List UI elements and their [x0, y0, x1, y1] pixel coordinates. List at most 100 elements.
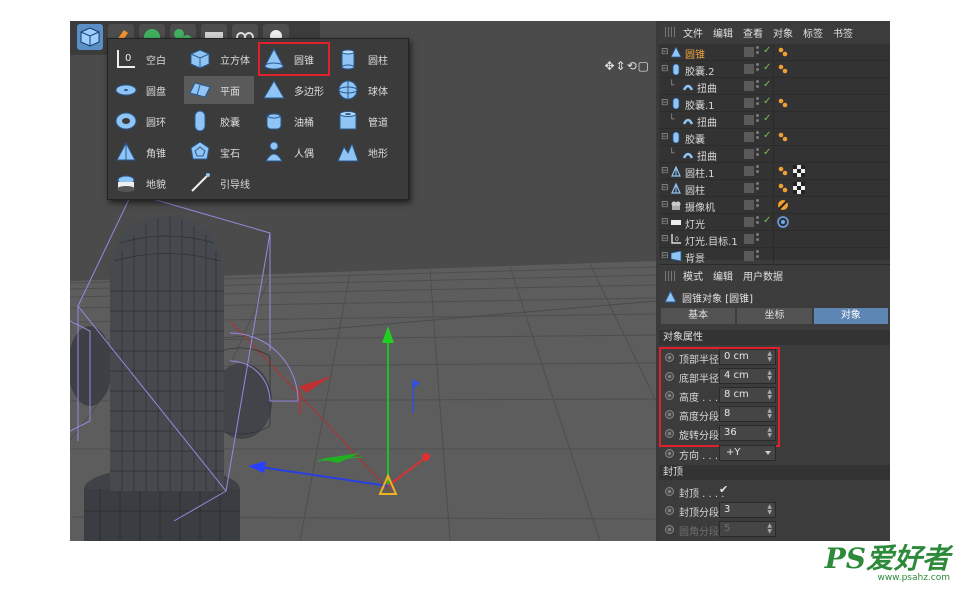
tab-basic[interactable]: 基本	[661, 308, 736, 324]
object-row[interactable]: └ 扭曲 ✓	[659, 78, 890, 95]
visibility-dots[interactable]	[756, 250, 760, 263]
grip-icon[interactable]	[665, 27, 675, 37]
viewport-nav-icons[interactable]: ✥⇕⟲▢	[604, 59, 650, 73]
layer-flag[interactable]	[744, 234, 754, 244]
tree-line[interactable]: ⊟	[661, 234, 669, 244]
tree-line[interactable]: ⊟	[661, 200, 669, 210]
caps-checkbox[interactable]: ✔	[719, 483, 728, 496]
layer-flag[interactable]	[744, 149, 754, 159]
palette-disc[interactable]: 圆盘	[110, 76, 180, 104]
object-row[interactable]: ⊟ 0 灯光.目标.1	[659, 231, 890, 248]
layer-flag[interactable]	[744, 47, 754, 57]
object-name[interactable]: 胶囊	[685, 131, 705, 146]
palette-plane[interactable]: 平面	[184, 76, 254, 104]
spinner-icon[interactable]: ▲ ▼	[767, 504, 772, 516]
object-name[interactable]: 圆柱.1	[685, 165, 715, 180]
layer-flag[interactable]	[744, 64, 754, 74]
object-list[interactable]: ⊟ 圆锥 ✓ ⊟ 胶囊.2 ✓ └ 扭曲 ✓ ⊟ 胶囊.1 ✓ └ 扭曲 ✓ ⊟ 胶囊 ✓ └ 扭曲 ✓ ⊟ 圆柱.1 ⊟ 圆柱…	[659, 44, 890, 265]
object-name[interactable]: 背景	[685, 250, 705, 265]
phong-tag-icon[interactable]	[777, 131, 789, 143]
object-row[interactable]: ⊟ 胶囊 ✓	[659, 129, 890, 146]
object-name[interactable]: 圆锥	[685, 46, 705, 61]
tree-line[interactable]: ⊟	[661, 166, 669, 176]
tree-line[interactable]: ⊟	[661, 98, 669, 108]
palette-figure[interactable]: 人偶	[258, 138, 328, 166]
tab-coord[interactable]: 坐标	[737, 308, 812, 324]
palette-terrain[interactable]: 地形	[332, 138, 402, 166]
phong-tag-icon[interactable]	[777, 165, 789, 177]
visibility-dots[interactable]	[756, 199, 760, 212]
object-name[interactable]: 灯光	[685, 216, 705, 231]
object-row[interactable]: ⊟ 胶囊.1 ✓	[659, 95, 890, 112]
layer-flag[interactable]	[744, 166, 754, 176]
enabled-check-icon[interactable]: ✓	[763, 215, 771, 226]
menu-user-data[interactable]: 用户数据	[743, 268, 783, 283]
layer-flag[interactable]	[744, 115, 754, 125]
object-name[interactable]: 灯光.目标.1	[685, 233, 738, 248]
enabled-check-icon[interactable]: ✓	[763, 62, 771, 73]
object-name[interactable]: 胶囊.1	[685, 97, 715, 112]
menu-bookmarks[interactable]: 书签	[833, 25, 853, 40]
palette-cylinder[interactable]: 圆柱	[332, 45, 402, 73]
object-name[interactable]: 扭曲	[697, 148, 717, 163]
tree-line[interactable]: ⊟	[661, 183, 669, 193]
visibility-dots[interactable]	[756, 131, 760, 144]
tree-line[interactable]: ⊟	[661, 251, 669, 261]
visibility-dots[interactable]	[756, 46, 760, 59]
layer-flag[interactable]	[744, 98, 754, 108]
layer-flag[interactable]	[744, 132, 754, 142]
cube-object-button[interactable]	[77, 24, 103, 50]
layer-flag[interactable]	[744, 217, 754, 227]
palette-torus[interactable]: 圆环	[110, 107, 180, 135]
enabled-check-icon[interactable]: ✓	[763, 130, 771, 141]
visibility-dots[interactable]	[756, 216, 760, 229]
object-name[interactable]: 扭曲	[697, 114, 717, 129]
palette-cube[interactable]: 立方体	[184, 45, 254, 73]
animate-radio[interactable]	[665, 506, 674, 515]
menu-file[interactable]: 文件	[683, 25, 703, 40]
tree-line[interactable]: ⊟	[661, 64, 669, 74]
palette-sphere[interactable]: 球体	[332, 76, 402, 104]
menu-am-edit[interactable]: 编辑	[713, 268, 733, 283]
visibility-dots[interactable]	[756, 233, 760, 246]
checker-tag-icon[interactable]	[793, 182, 805, 194]
object-row[interactable]: ⊟ 背景	[659, 248, 890, 265]
palette-pyramid[interactable]: 角锥	[110, 138, 180, 166]
enabled-check-icon[interactable]: ✓	[763, 147, 771, 158]
enabled-check-icon[interactable]: ✓	[763, 96, 771, 107]
object-row[interactable]: ⊟ 灯光 ✓	[659, 214, 890, 231]
object-row[interactable]: ⊟ 圆锥 ✓	[659, 44, 890, 61]
checker-tag-icon[interactable]	[793, 165, 805, 177]
menu-mode[interactable]: 模式	[683, 268, 703, 283]
tree-line[interactable]: ⊟	[661, 47, 669, 57]
enabled-check-icon[interactable]: ✓	[763, 45, 771, 56]
object-name[interactable]: 圆柱	[685, 182, 705, 197]
tree-line[interactable]: ⊟	[661, 132, 669, 142]
object-row[interactable]: └ 扭曲 ✓	[659, 146, 890, 163]
object-name[interactable]: 胶囊.2	[685, 63, 715, 78]
object-row[interactable]: ⊟ 摄像机	[659, 197, 890, 214]
grip-icon[interactable]	[665, 270, 675, 281]
layer-flag[interactable]	[744, 251, 754, 261]
menu-edit[interactable]: 编辑	[713, 25, 733, 40]
phong-tag-icon[interactable]	[777, 182, 789, 194]
animate-radio[interactable]	[665, 449, 674, 458]
phong-tag-icon[interactable]	[777, 46, 789, 58]
object-name[interactable]: 摄像机	[685, 199, 715, 214]
palette-tube[interactable]: 管道	[332, 107, 402, 135]
palette-null[interactable]: 0 空白	[110, 45, 180, 73]
menu-view[interactable]: 查看	[743, 25, 763, 40]
phong-tag-icon[interactable]	[777, 97, 789, 109]
animate-radio[interactable]	[665, 487, 674, 496]
palette-polygon[interactable]: 多边形	[258, 76, 328, 104]
visibility-dots[interactable]	[756, 97, 760, 110]
palette-oil-tank[interactable]: 油桶	[258, 107, 328, 135]
palette-platonic[interactable]: 宝石	[184, 138, 254, 166]
menu-tags[interactable]: 标签	[803, 25, 823, 40]
palette-guide[interactable]: 引导线	[184, 169, 254, 197]
object-row[interactable]: ⊟ 胶囊.2 ✓	[659, 61, 890, 78]
object-row[interactable]: ⊟ 圆柱	[659, 180, 890, 197]
visibility-dots[interactable]	[756, 63, 760, 76]
menu-object[interactable]: 对象	[773, 25, 793, 40]
phong-tag-icon[interactable]	[777, 63, 789, 75]
